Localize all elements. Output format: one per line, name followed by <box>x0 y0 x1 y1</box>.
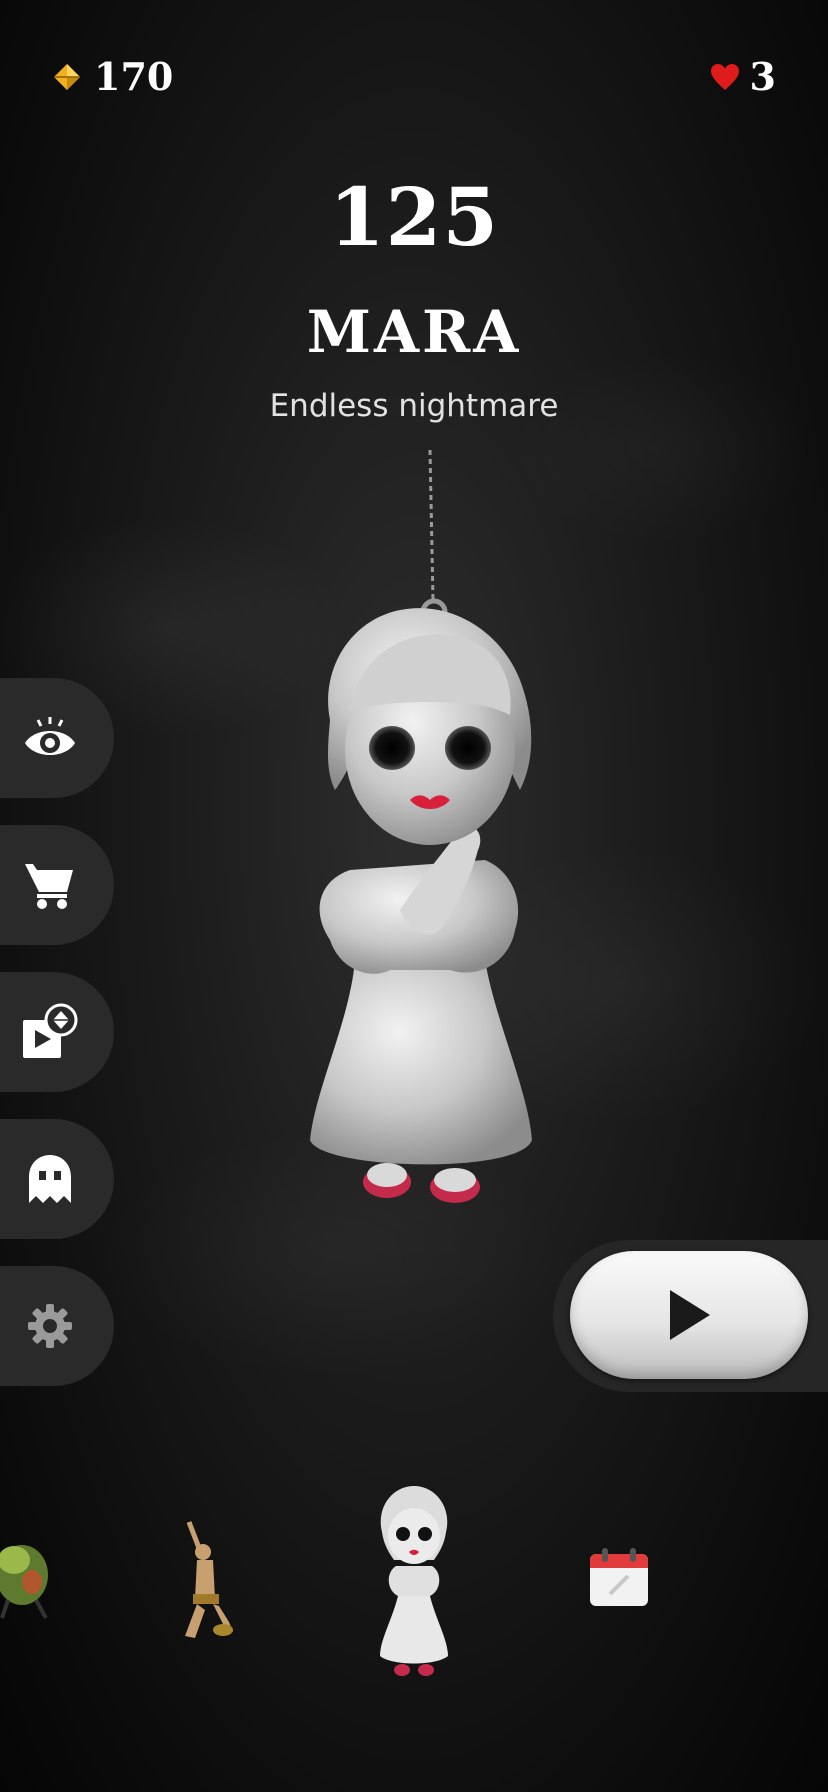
doll-eye-left <box>369 726 415 770</box>
fly-creature-icon[interactable] <box>0 1530 52 1620</box>
chain <box>420 449 448 626</box>
doll-icon[interactable] <box>372 1480 456 1680</box>
cart-icon <box>25 864 73 909</box>
gem-icon <box>54 63 80 90</box>
doll-dress <box>310 960 532 1165</box>
doll-eye-right <box>445 726 491 770</box>
doll-character[interactable] <box>280 440 560 1240</box>
eye-icon <box>25 717 75 755</box>
gem-count: 170 <box>94 54 174 99</box>
calendar-icon[interactable] <box>588 1546 650 1608</box>
monster-carousel <box>0 1470 828 1710</box>
video-gem-icon <box>23 1003 78 1058</box>
lives-counter[interactable]: 3 <box>710 54 776 99</box>
warrior-figure-icon[interactable] <box>175 1518 241 1646</box>
level-number: 125 <box>329 170 499 264</box>
play-icon <box>670 1290 710 1340</box>
ghost-icon <box>29 1155 71 1203</box>
level-title: MARA <box>306 298 522 366</box>
top-hud: 170 3 <box>0 54 828 114</box>
gear-icon <box>28 1304 72 1348</box>
level-subtitle: Endless nightmare <box>269 388 559 424</box>
heart-icon <box>710 63 739 90</box>
gem-counter[interactable]: 170 <box>52 54 173 99</box>
play-button[interactable] <box>570 1251 808 1379</box>
lives-count: 3 <box>749 54 776 99</box>
